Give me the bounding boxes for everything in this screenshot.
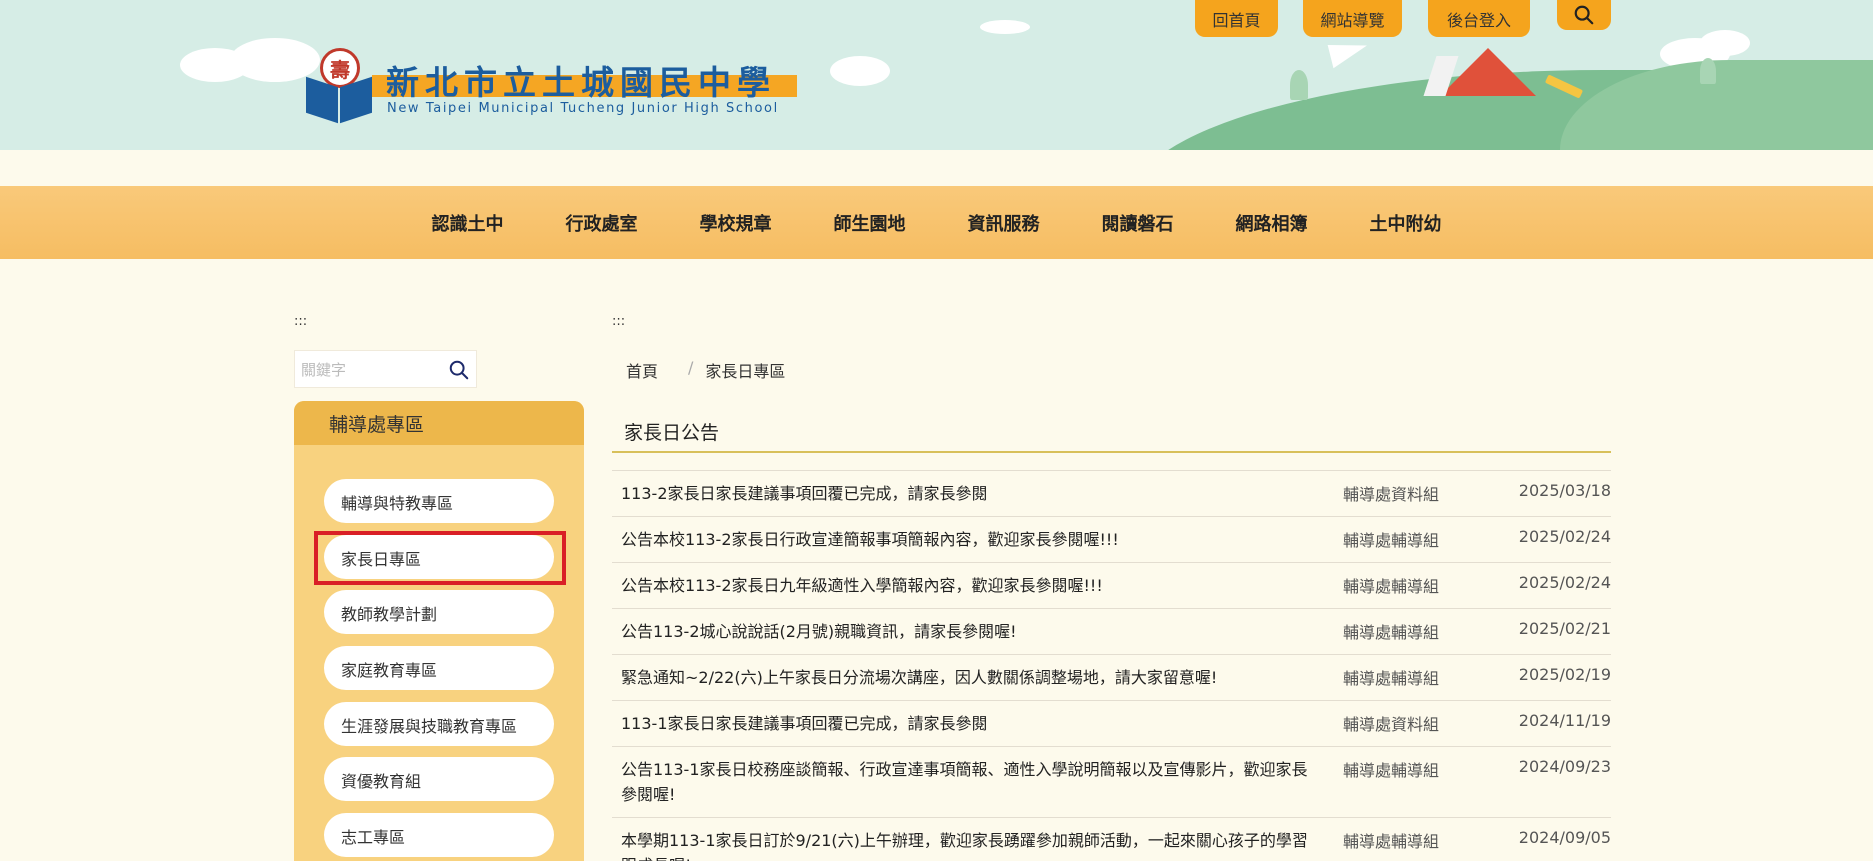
nav-item-album[interactable]: 網路相簿: [1236, 210, 1308, 236]
nav-item-it-services[interactable]: 資訊服務: [968, 210, 1040, 236]
news-date: 2025/03/18: [1518, 481, 1611, 500]
school-emblem[interactable]: 壽: [306, 48, 372, 124]
news-row: 113-2家長日家長建議事項回覆已完成，請家長參閱 輔導處資料組 2025/03…: [612, 470, 1611, 516]
news-date: 2024/11/19: [1518, 711, 1611, 730]
news-row: 113-1家長日家長建議事項回覆已完成，請家長參閱 輔導處資料組 2024/11…: [612, 700, 1611, 746]
cloud-decoration: [1700, 30, 1750, 56]
news-row: 公告113-2城心說說話(2月號)親職資訊，請家長參閱喔! 輔導處輔導組 202…: [612, 608, 1611, 654]
section-title: 家長日公告: [624, 422, 720, 444]
news-row: 緊急通知~2/22(六)上午家長日分流場次講座，因人數關係調整場地，請大家留意喔…: [612, 654, 1611, 700]
breadcrumb-home[interactable]: 首頁: [626, 358, 658, 382]
news-title-link[interactable]: 公告113-1家長日校務座談簡報、行政宣達事項簡報、適性入學說明簡報以及宣傳影片…: [621, 747, 1321, 817]
site-header: 壽 新北市立土城國民中學 New Taipei Municipal Tuchen…: [0, 0, 1873, 150]
main-nav: 認識土中 行政處室 學校規章 師生園地 資訊服務 閱讀磐石 網路相簿 土中附幼: [0, 186, 1873, 259]
breadcrumb-separator: /: [688, 358, 694, 377]
news-unit: 輔導處資料組: [1343, 715, 1440, 734]
news-unit: 輔導處輔導組: [1343, 832, 1440, 851]
news-title-link[interactable]: 113-1家長日家長建議事項回覆已完成，請家長參閱: [621, 701, 1321, 746]
news-row: 公告本校113-2家長日九年級適性入學簡報內容，歡迎家長參閱喔!!! 輔導處輔導…: [612, 562, 1611, 608]
book-icon: [306, 76, 372, 124]
news-unit: 輔導處輔導組: [1343, 623, 1440, 642]
school-name-en: New Taipei Municipal Tucheng Junior High…: [387, 101, 779, 116]
sidebar-panel: 輔導處專區 輔導與特教專區 家長日專區 教師教學計劃 家庭教育專區 生涯發展與技…: [294, 401, 584, 861]
news-row: 本學期113-1家長日訂於9/21(六)上午辦理，歡迎家長踴躍參加親師活動，一起…: [612, 817, 1611, 861]
tree-decoration: [1700, 58, 1716, 84]
sidebar-item-family-education[interactable]: 家庭教育專區: [324, 646, 554, 690]
school-name[interactable]: 新北市立土城國民中學: [386, 56, 776, 104]
paper-plane-decoration: [1327, 35, 1371, 69]
breadcrumb: 首頁 / 家長日專區: [626, 358, 785, 382]
news-row: 公告本校113-2家長日行政宣達簡報事項簡報內容，歡迎家長參閱喔!!! 輔導處輔…: [612, 516, 1611, 562]
news-title-link[interactable]: 113-2家長日家長建議事項回覆已完成，請家長參閱: [621, 471, 1321, 516]
cloud-decoration: [980, 20, 1030, 34]
news-title-link[interactable]: 公告本校113-2家長日九年級適性入學簡報內容，歡迎家長參閱喔!!!: [621, 563, 1321, 608]
home-button[interactable]: 回首頁: [1195, 0, 1278, 37]
news-date: 2024/09/23: [1518, 757, 1611, 776]
sidebar-item-career-education[interactable]: 生涯發展與技職教育專區: [324, 702, 554, 746]
news-row: 公告113-1家長日校務座談簡報、行政宣達事項簡報、適性入學說明簡報以及宣傳影片…: [612, 746, 1611, 817]
keyword-input[interactable]: [301, 359, 431, 381]
nav-item-reading[interactable]: 閱讀磐石: [1102, 210, 1174, 236]
news-unit: 輔導處輔導組: [1343, 577, 1440, 596]
nav-item-kindergarten[interactable]: 土中附幼: [1370, 210, 1442, 236]
breadcrumb-current[interactable]: 家長日專區: [705, 358, 785, 382]
news-title-link[interactable]: 公告113-2城心說說話(2月號)親職資訊，請家長參閱喔!: [621, 609, 1321, 654]
search-icon: [449, 360, 469, 380]
accesskey-left[interactable]: :::: [294, 314, 307, 329]
news-title-link[interactable]: 緊急通知~2/22(六)上午家長日分流場次講座，因人數關係調整場地，請大家留意喔…: [621, 655, 1321, 700]
news-date: 2025/02/21: [1518, 619, 1611, 638]
news-unit: 輔導處輔導組: [1343, 669, 1440, 688]
news-date: 2025/02/24: [1518, 573, 1611, 592]
cloud-decoration: [830, 56, 890, 86]
sidebar-item-gifted-education[interactable]: 資優教育組: [324, 757, 554, 801]
sidebar-search-button[interactable]: [448, 359, 470, 385]
accesskey-main[interactable]: :::: [612, 314, 625, 329]
news-date: 2025/02/19: [1518, 665, 1611, 684]
news-date: 2025/02/24: [1518, 527, 1611, 546]
news-date: 2024/09/05: [1518, 828, 1611, 847]
sitemap-button[interactable]: 網站導覽: [1303, 0, 1402, 37]
nav-item-offices[interactable]: 行政處室: [566, 210, 638, 236]
news-title-link[interactable]: 公告本校113-2家長日行政宣達簡報事項簡報內容，歡迎家長參閱喔!!!: [621, 517, 1321, 562]
news-unit: 輔導處輔導組: [1343, 531, 1440, 550]
sidebar-item-teaching-plan[interactable]: 教師教學計劃: [324, 590, 554, 634]
section-divider: [612, 451, 1611, 453]
nav-item-community[interactable]: 師生園地: [834, 210, 906, 236]
admin-login-button[interactable]: 後台登入: [1428, 0, 1530, 37]
active-item-highlight: [314, 531, 566, 585]
news-unit: 輔導處輔導組: [1343, 761, 1440, 780]
news-title-link[interactable]: 本學期113-1家長日訂於9/21(六)上午辦理，歡迎家長踴躍參加親師活動，一起…: [621, 818, 1321, 861]
news-unit: 輔導處資料組: [1343, 485, 1440, 504]
search-icon: [1574, 5, 1594, 25]
sidebar-title: 輔導處專區: [294, 401, 584, 445]
header-search-button[interactable]: [1557, 0, 1611, 30]
nav-item-regulations[interactable]: 學校規章: [700, 210, 772, 236]
nav-item-about[interactable]: 認識土中: [432, 210, 504, 236]
sidebar-item-volunteers[interactable]: 志工專區: [324, 813, 554, 857]
tree-decoration: [1290, 70, 1308, 100]
sidebar-item-counseling-special-ed[interactable]: 輔導與特教專區: [324, 479, 554, 523]
news-list: 113-2家長日家長建議事項回覆已完成，請家長參閱 輔導處資料組 2025/03…: [612, 470, 1611, 861]
sidebar-search: [294, 350, 477, 388]
